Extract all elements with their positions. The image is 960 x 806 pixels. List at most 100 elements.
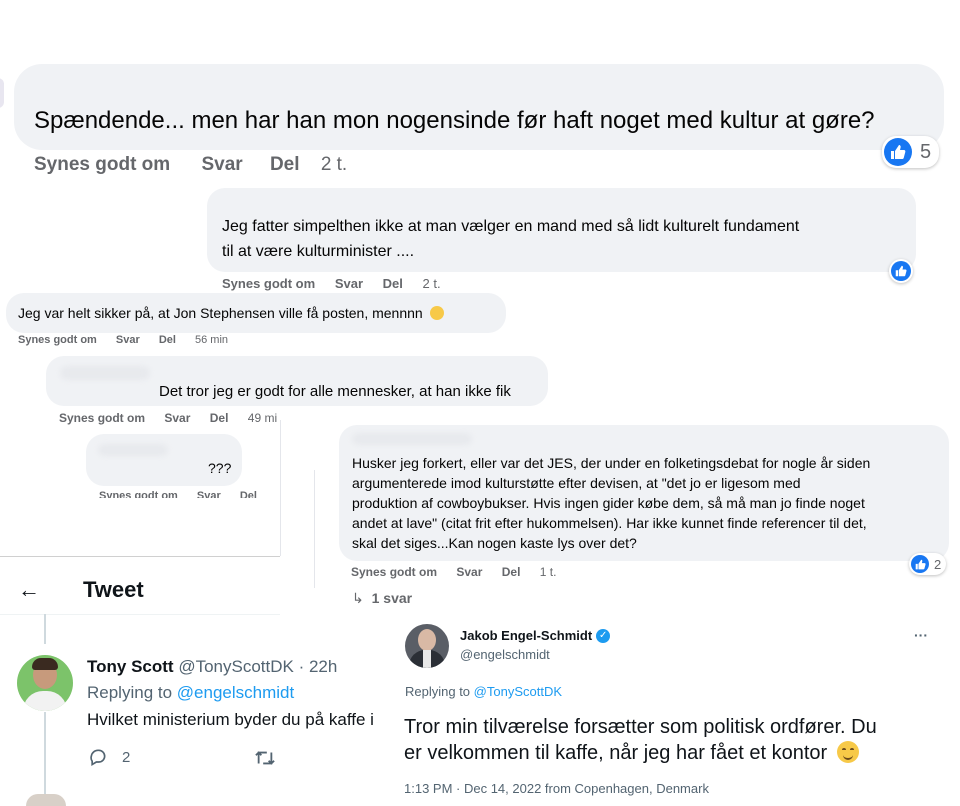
author-handle[interactable]: @engelschmidt [460,647,550,662]
avatar-head [418,629,436,651]
avatar-hair [32,658,58,670]
author-name[interactable]: Jakob Engel-Schmidt [460,628,592,643]
comment-text-line: skal det siges...Kan nogen kaste lys ove… [352,535,637,551]
like-link[interactable]: Synes godt om [34,154,170,175]
like-icon [884,138,912,166]
like-icon [911,555,929,573]
reply-arrow-icon: ↳ [352,590,364,606]
comment-text: Spændende... men har han mon nogensinde … [34,107,875,134]
replying-prefix: Replying to [405,684,474,699]
comment-text-line: til at være kulturminister .... [222,243,415,260]
tweet-time[interactable]: · 22h [299,657,338,676]
avatar[interactable] [405,624,449,668]
comment-text-body: Jeg var helt sikker på, at Jon Stephense… [18,305,423,321]
redacted-name [60,366,150,380]
comment-text-line: andet at lave" (citat frit efter hukomme… [352,515,867,531]
back-arrow-icon[interactable]: ← [18,577,40,603]
redacted-name [352,433,472,445]
reply-header: Jakob Engel-Schmidt ✓ [460,628,611,643]
reply-text-line: Tror min tilværelse forsætter som politi… [404,716,877,738]
like-link[interactable]: Synes godt om [99,490,178,498]
reply-card [392,617,948,800]
like-link[interactable]: Synes godt om [59,411,145,425]
comment-text: ??? [208,460,232,476]
emoji-mouth [842,753,853,760]
reply-link[interactable]: Svar [456,565,482,579]
replying-to: Replying to @TonyScottDK [405,684,562,699]
retweet-icon[interactable] [254,748,276,773]
flushed-emoji-icon [429,306,444,320]
timestamp[interactable]: 1 t. [540,565,557,579]
timestamp[interactable]: 56 min [195,334,228,346]
share-link[interactable]: Del [240,490,257,498]
tweet-text: Hvilket ministerium byder du på kaffe i [87,710,374,729]
emoji-eye [841,748,846,752]
reaction-icon[interactable] [889,259,913,283]
replying-handle[interactable]: @TonyScottDK [474,684,562,699]
thread-line [280,420,281,556]
avatar[interactable] [17,655,73,711]
reply-link[interactable]: Svar [335,276,363,291]
blushing-smile-emoji-icon [836,741,859,763]
comment-actions: Synes godt om Svar Del 1 t. [351,565,572,579]
replying-to: Replying to @engelschmidt [87,683,294,703]
like-link[interactable]: Synes godt om [18,334,97,346]
reply-icon [90,749,106,766]
author-name[interactable]: Tony Scott [87,657,174,676]
header-divider [0,614,280,615]
comment-actions: Synes godt om Svar Del 2 t. [34,154,363,176]
reply-text-line-2: er velkommen til kaffe, når jeg har fået… [404,740,877,766]
reply-link[interactable]: Svar [201,154,242,175]
thread-connector [44,614,46,644]
avatar-shirt [23,691,67,711]
comment-text-line: argumenterede imod kulturstøtte efter de… [352,475,801,491]
timestamp[interactable]: 49 mi [248,411,277,425]
comment-text: Jeg var helt sikker på, at Jon Stephense… [18,305,444,321]
reply-button[interactable]: 2 [88,747,130,767]
like-link[interactable]: Synes godt om [351,565,437,579]
reaction-count[interactable]: 5 [882,136,940,168]
verified-icon: ✓ [596,628,611,643]
avatar-edge [0,78,4,108]
thread-line [314,470,315,588]
emoji-eye [849,748,854,752]
tweet-meta[interactable]: 1:13 PM · Dec 14, 2022 from Copenhagen, … [404,781,709,796]
comment-actions: Synes godt om Svar Del 56 min [18,334,244,346]
like-icon [891,261,911,281]
share-link[interactable]: Del [159,334,176,346]
comment-text-line: Jeg fatter simpelthen ikke at man vælger… [222,218,800,235]
comment-text: Det tror jeg er godt for alle mennesker,… [159,383,511,400]
reply-count: 2 [122,748,131,766]
more-options-icon[interactable]: ··· [914,627,928,643]
share-link[interactable]: Del [210,411,229,425]
reaction-number: 5 [920,140,932,163]
view-replies[interactable]: ↳ 1 svar [352,590,412,607]
replies-count: 1 svar [371,590,413,606]
page-title: Tweet [83,577,144,602]
comment-text-line: Husker jeg forkert, eller var det JES, d… [352,455,871,471]
like-link[interactable]: Synes godt om [222,276,315,291]
reaction-count[interactable]: 2 [909,553,947,575]
timestamp[interactable]: 2 t. [321,154,347,175]
comment-actions: Synes godt om Svar Del [99,490,273,498]
author-handle[interactable]: @TonyScottDK [178,657,294,676]
reply-text: Tror min tilværelse forsætter som politi… [404,714,877,766]
share-link[interactable]: Del [383,276,403,291]
tweet-header: Tony Scott @TonyScottDK · 22h [87,657,337,677]
comment-actions: Synes godt om Svar Del 49 mi [59,411,293,425]
reply-text-body: er velkommen til kaffe, når jeg har fået… [404,742,828,764]
share-link[interactable]: Del [270,154,300,175]
reply-link[interactable]: Svar [197,490,221,498]
reply-link[interactable]: Svar [164,411,190,425]
comment-actions: Synes godt om Svar Del 2 t. [222,276,457,291]
comment-text-line: produktion af cowboybukser. Hvis ingen g… [352,495,865,511]
crop-edge [0,556,280,557]
replying-handle[interactable]: @engelschmidt [177,683,294,702]
timestamp[interactable]: 2 t. [423,276,441,291]
reaction-number: 2 [934,556,942,572]
share-link[interactable]: Del [502,565,521,579]
reply-link[interactable]: Svar [116,334,140,346]
comment-text: Husker jeg forkert, eller var det JES, d… [352,453,870,553]
next-avatar [26,794,66,806]
redacted-name [98,444,168,456]
